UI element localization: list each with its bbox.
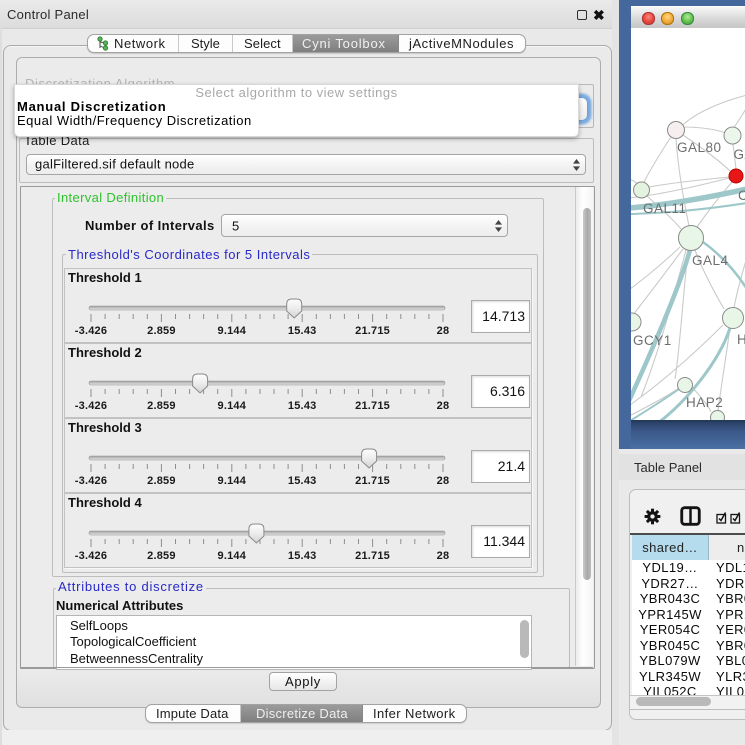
svg-text:21.715: 21.715 (355, 475, 390, 487)
svg-text:CD: CD (738, 188, 745, 203)
svg-text:GCY1: GCY1 (633, 333, 672, 348)
svg-text:15.43: 15.43 (288, 550, 317, 562)
svg-text:15.43: 15.43 (288, 325, 317, 337)
svg-text:28: 28 (437, 550, 450, 562)
svg-text:GAL11: GAL11 (643, 201, 687, 216)
svg-text:21.715: 21.715 (355, 400, 390, 412)
svg-text:28: 28 (437, 475, 450, 487)
svg-text:GAL: GAL (734, 147, 745, 162)
svg-text:15.43: 15.43 (288, 475, 317, 487)
svg-text:21.715: 21.715 (355, 325, 390, 337)
svg-text:15.43: 15.43 (288, 400, 317, 412)
svg-text:2.859: 2.859 (147, 550, 176, 562)
svg-text:28: 28 (437, 325, 450, 337)
svg-text:2.859: 2.859 (147, 475, 176, 487)
svg-text:-3.426: -3.426 (75, 400, 107, 412)
svg-text:-3.426: -3.426 (75, 550, 107, 562)
svg-text:GAL80: GAL80 (677, 140, 722, 155)
svg-text:9.144: 9.144 (218, 550, 247, 562)
svg-text:9.144: 9.144 (218, 475, 247, 487)
svg-text:GAL4: GAL4 (692, 253, 729, 268)
svg-text:-3.426: -3.426 (75, 325, 107, 337)
svg-text:21.715: 21.715 (355, 550, 390, 562)
svg-text:9.144: 9.144 (218, 400, 247, 412)
svg-text:-3.426: -3.426 (75, 475, 107, 487)
svg-text:9.144: 9.144 (218, 325, 247, 337)
svg-text:HAP2: HAP2 (686, 395, 723, 410)
svg-text:28: 28 (437, 400, 450, 412)
svg-text:2.859: 2.859 (147, 325, 176, 337)
svg-text:2.859: 2.859 (147, 400, 176, 412)
svg-text:HAP1: HAP1 (737, 332, 745, 347)
